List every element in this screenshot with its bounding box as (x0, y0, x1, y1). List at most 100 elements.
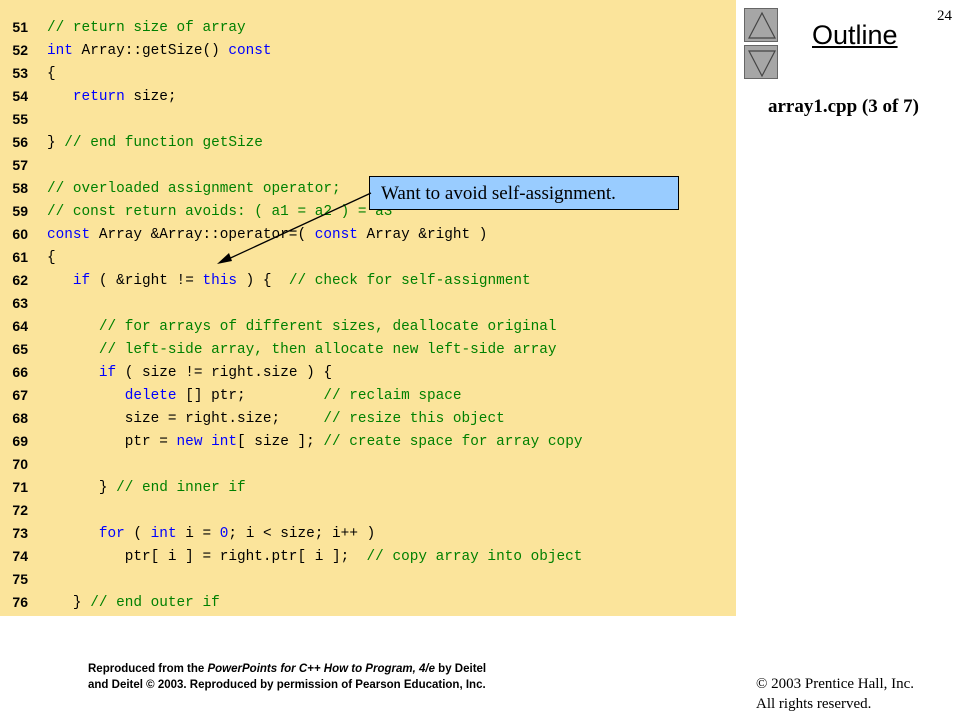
code-keyword: for (98, 526, 125, 542)
line-number: 68 (12, 410, 28, 426)
code-comment: // reclaim space (323, 388, 462, 404)
code-keyword: int (150, 526, 177, 542)
line-number: 54 (12, 88, 28, 104)
code-text: // return size of array (47, 20, 246, 36)
code-text: ptr[ i ] = right.ptr[ i ]; // copy array… (47, 549, 583, 565)
line-number: 70 (12, 456, 28, 472)
code-text: for ( int i = 0; i < size; i++ ) (47, 526, 375, 542)
callout-text: Want to avoid self-assignment. (381, 183, 616, 204)
code-line: 65 // left-side array, then allocate new… (0, 339, 736, 362)
code-token: ) { (237, 273, 289, 289)
callout-box: Want to avoid self-assignment. (369, 176, 679, 210)
code-text: { (47, 66, 56, 82)
line-number: 57 (12, 157, 28, 173)
code-token: } (47, 135, 65, 151)
footer-prefix: Reproduced from the (88, 663, 208, 675)
code-token: [ size ]; (237, 434, 324, 450)
line-number: 71 (12, 479, 28, 495)
line-number: 59 (12, 203, 28, 219)
file-label: array1.cpp (3 of 7) (768, 96, 919, 117)
copyright: © 2003 Prentice Hall, Inc. All rights re… (756, 674, 914, 714)
next-slide-button[interactable] (744, 45, 778, 79)
code-keyword: this (202, 273, 238, 289)
code-token: Array &Array::operator=( (90, 227, 315, 243)
code-line: 67 delete [] ptr; // reclaim space (0, 385, 736, 408)
code-line: 69 ptr = new int[ size ]; // create spac… (0, 431, 736, 454)
code-line: 64 // for arrays of different sizes, dea… (0, 316, 736, 339)
code-token: { (47, 66, 56, 82)
line-number: 55 (12, 111, 28, 127)
footer-line2: and Deitel © 2003. Reproduced by permiss… (88, 679, 486, 691)
triangle-down-icon (748, 50, 776, 78)
code-keyword: if (72, 273, 91, 289)
line-number: 67 (12, 387, 28, 403)
line-number: 69 (12, 433, 28, 449)
code-text: return size; (47, 89, 177, 105)
code-text: } // end function getSize (47, 135, 263, 151)
copyright-line2: All rights reserved. (756, 696, 872, 712)
footer-credit: Reproduced from the PowerPoints for C++ … (88, 661, 568, 693)
code-token: ( &right != (90, 273, 203, 289)
code-line: 74 ptr[ i ] = right.ptr[ i ]; // copy ar… (0, 546, 736, 569)
code-token: size = right.size; (47, 411, 324, 427)
code-text: delete [] ptr; // reclaim space (47, 388, 462, 404)
code-text: ptr = new int[ size ]; // create space f… (47, 434, 583, 450)
line-number: 56 (12, 134, 28, 150)
code-line: 60 const Array &Array::operator=( const A… (0, 224, 736, 247)
code-token: { (47, 250, 56, 266)
code-text: size = right.size; // resize this object (47, 411, 505, 427)
code-comment: // end function getSize (64, 135, 263, 151)
code-line: 53 { (0, 63, 736, 86)
code-comment: // left-side array, then allocate new le… (98, 342, 557, 358)
outline-link[interactable]: Outline (812, 20, 898, 51)
code-comment: // check for self-assignment (288, 273, 531, 289)
code-text: } // end inner if (47, 480, 246, 496)
code-comment: // end inner if (116, 480, 246, 496)
line-number: 66 (12, 364, 28, 380)
code-line: 72 (0, 500, 736, 523)
code-line: 73 for ( int i = 0; i < size; i++ ) (0, 523, 736, 546)
code-token: ptr = (47, 434, 177, 450)
line-number: 51 (12, 19, 28, 35)
code-comment: // copy array into object (366, 549, 583, 565)
code-line: 75 (0, 569, 736, 592)
code-line: 56} // end function getSize (0, 132, 736, 155)
code-keyword: int (47, 43, 73, 59)
code-line: 62 if ( &right != this ) { // check for … (0, 270, 736, 293)
code-token: } (47, 595, 91, 611)
code-line: 51 // return size of array (0, 17, 736, 40)
code-comment: // create space for array copy (323, 434, 583, 450)
code-text: // for arrays of different sizes, deallo… (47, 319, 557, 335)
line-number: 60 (12, 226, 28, 242)
code-token: ( (124, 526, 151, 542)
code-text: if ( size != right.size ) { (47, 365, 332, 381)
code-comment: // end outer if (90, 595, 220, 611)
code-text: const Array &Array::operator=( const Arr… (47, 227, 487, 243)
previous-slide-button[interactable] (744, 8, 778, 42)
code-line: 54 return size; (0, 86, 736, 109)
code-text: int Array::getSize() const (47, 43, 272, 59)
line-number: 64 (12, 318, 28, 334)
line-number: 65 (12, 341, 28, 357)
code-keyword: int (211, 434, 238, 450)
code-token: ptr[ i ] = right.ptr[ i ]; (47, 549, 367, 565)
code-line: 68 size = right.size; // resize this obj… (0, 408, 736, 431)
code-keyword: if (98, 365, 117, 381)
line-number: 58 (12, 180, 28, 196)
code-line: 66 if ( size != right.size ) { (0, 362, 736, 385)
code-comment: // return size of array (47, 20, 246, 36)
code-token: } (47, 480, 117, 496)
footer-suffix: by Deitel (434, 663, 487, 675)
code-text: { (47, 250, 56, 266)
code-line: 52 int Array::getSize() const (0, 40, 736, 63)
code-line: 76 } // end outer if (0, 592, 736, 615)
code-text: // overloaded assignment operator; (47, 181, 341, 197)
code-line: 71 } // end inner if (0, 477, 736, 500)
code-comment: // resize this object (323, 411, 505, 427)
